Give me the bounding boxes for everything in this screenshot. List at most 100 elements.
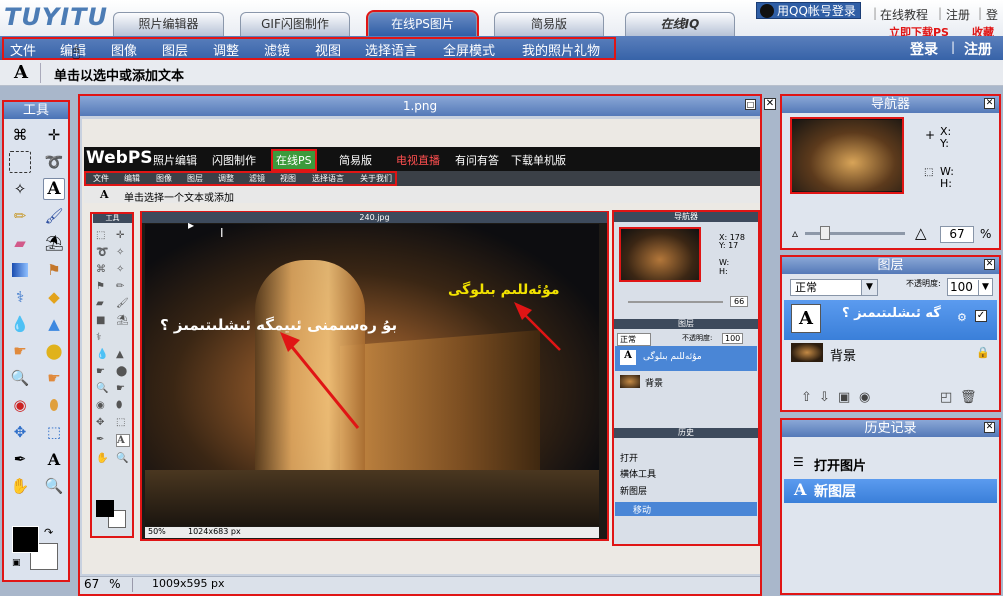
tab-online-ps[interactable]: 在线PS图片	[366, 10, 479, 38]
image-tool-icon: ✛	[116, 230, 125, 241]
zoom-alt-icon[interactable]: 🔍	[43, 475, 65, 497]
image-fg-swatch	[96, 500, 114, 517]
zoom-in-icon[interactable]: △	[915, 224, 927, 242]
register-button[interactable]: 注册	[964, 39, 992, 59]
chevron-down-icon[interactable]: ▼	[861, 280, 877, 295]
image-text-layer-icon: A	[620, 350, 636, 365]
navigator-view-rect[interactable]	[792, 120, 902, 191]
text-alt-icon[interactable]: A	[43, 448, 65, 470]
login-button[interactable]: 登录	[910, 39, 938, 59]
bandage-icon[interactable]: ⬮	[43, 394, 65, 416]
image-tool-icon: ⛱	[116, 315, 129, 326]
text-layer-icon: A	[791, 304, 821, 333]
image-nav-h: H:	[719, 267, 728, 276]
paint-bucket-icon[interactable]: ⛱	[43, 232, 65, 254]
menu-image[interactable]: 图像	[111, 40, 137, 59]
navigator-close-icon[interactable]: ✕	[984, 98, 995, 109]
eraser-icon[interactable]: ▰	[9, 232, 31, 254]
link-register[interactable]: 注册	[946, 6, 970, 23]
smudge-icon[interactable]: ☛	[9, 340, 31, 362]
pencil-icon[interactable]: ✏	[9, 205, 31, 227]
image-tool-icon: 🔍	[96, 383, 109, 394]
menu-filter[interactable]: 滤镜	[264, 40, 290, 59]
account-separator: |	[951, 40, 956, 54]
menu-view[interactable]: 视图	[315, 40, 341, 59]
tab-gif-maker[interactable]: GIF闪图制作	[240, 12, 350, 36]
zoom-out-icon[interactable]: ▵	[792, 226, 798, 240]
history-item[interactable]: 打开图片	[814, 455, 866, 474]
brush-icon[interactable]: 🖌	[43, 205, 65, 227]
app-logo[interactable]: TUYITU	[4, 3, 108, 31]
layer-visibility-checkbox[interactable]: ✓	[975, 310, 987, 322]
move-down-icon[interactable]: ⇩	[819, 390, 830, 405]
history-close-icon[interactable]: ✕	[984, 422, 995, 433]
dodge-icon[interactable]: ☛	[43, 367, 65, 389]
layers-close-icon[interactable]: ✕	[984, 259, 995, 270]
move-icon[interactable]: ✛	[43, 124, 65, 146]
link-login[interactable]: 登	[986, 6, 998, 23]
tab-online-iq[interactable]: 在线IQ	[625, 12, 735, 36]
lasso-icon[interactable]: ➰	[43, 151, 65, 173]
zoom-icon[interactable]: 🔍	[9, 367, 31, 389]
move-up-icon[interactable]: ⇧	[801, 390, 812, 405]
tab-simple[interactable]: 简易版	[494, 12, 604, 36]
image-history-item: 新图层	[620, 487, 648, 497]
hand-icon[interactable]: ✋	[9, 475, 31, 497]
patch-icon[interactable]: ◆	[43, 286, 65, 308]
qq-login-button[interactable]: 用QQ帐号登录	[756, 2, 861, 19]
maximize-icon[interactable]: □	[745, 99, 756, 110]
image-tool-icon: ☛	[116, 383, 125, 394]
link-tutorial[interactable]: 在线教程	[880, 6, 928, 23]
zoom-number: 67	[84, 577, 100, 591]
crop-icon[interactable]: ⌘	[9, 124, 31, 146]
new-layer-icon[interactable]: ◰	[940, 390, 952, 405]
gradient-icon[interactable]	[9, 259, 31, 281]
eyedropper-icon[interactable]: ✒	[9, 448, 31, 470]
image-tool-icon: ■	[96, 315, 106, 326]
tab-photo-editor[interactable]: 照片编辑器	[113, 12, 224, 36]
menu-fullscreen[interactable]: 全屏模式	[443, 40, 495, 59]
image-tool-icon: 💧	[96, 349, 109, 360]
heal-icon[interactable]: ⚕	[9, 286, 31, 308]
image-text-icon: A	[100, 188, 109, 201]
annotation-arrows	[280, 302, 561, 429]
image-tool-icon: ◉	[96, 400, 105, 411]
delete-layer-icon[interactable]: 🗑	[960, 390, 977, 405]
menu-adjust[interactable]: 调整	[213, 40, 239, 59]
divider	[40, 63, 41, 83]
swap-colors-icon[interactable]: ↷	[44, 526, 53, 539]
qq-login-label: 用QQ帐号登录	[777, 4, 856, 18]
foreground-color-swatch[interactable]	[12, 526, 39, 553]
menu-layer[interactable]: 图层	[162, 40, 188, 59]
layer-style-icon[interactable]: ⚙	[957, 311, 967, 324]
image-tool-icon: ☛	[96, 366, 105, 377]
transform-icon[interactable]: ⬚	[43, 421, 65, 443]
rotate-icon[interactable]: ✥	[9, 421, 31, 443]
navigator-zoom-input[interactable]: 67	[940, 226, 974, 243]
layer-mask-icon[interactable]: ▣	[838, 390, 850, 405]
chevron-down-icon[interactable]: ▼	[978, 280, 992, 295]
magic-wand-icon[interactable]: ✧	[9, 178, 31, 200]
reset-colors-icon[interactable]: ▣	[12, 558, 21, 568]
navigator-zoom-knob[interactable]	[820, 226, 830, 240]
red-eye-icon[interactable]: ◉	[9, 394, 31, 416]
zoom-value[interactable]: 67 %	[84, 577, 121, 591]
image-options-hint: 单击选择一个文本或添加	[124, 193, 234, 204]
blur-icon[interactable]: 💧	[9, 313, 31, 335]
document-close-icon[interactable]: ✕	[764, 98, 776, 110]
menu-file[interactable]: 文件	[10, 40, 36, 59]
arrowhead-right	[514, 302, 532, 320]
sharpen-icon[interactable]: ▲	[43, 313, 65, 335]
link-separator: |	[938, 6, 943, 20]
menu-language[interactable]: 选择语言	[365, 40, 417, 59]
layer-effects-icon[interactable]: ◉	[859, 390, 870, 405]
image-history-item: 打开	[620, 454, 639, 464]
marquee-icon[interactable]	[9, 151, 31, 173]
sponge-icon[interactable]: ⬤	[43, 340, 65, 362]
stamp-icon[interactable]: ⚑	[43, 259, 65, 281]
image-tab: 简易版	[339, 154, 372, 167]
text-icon[interactable]: A	[43, 178, 65, 200]
menu-my-gifts[interactable]: 我的照片礼物	[522, 40, 600, 59]
image-tool-icon: ✥	[96, 417, 105, 428]
open-file-icon: ☰	[793, 455, 804, 469]
